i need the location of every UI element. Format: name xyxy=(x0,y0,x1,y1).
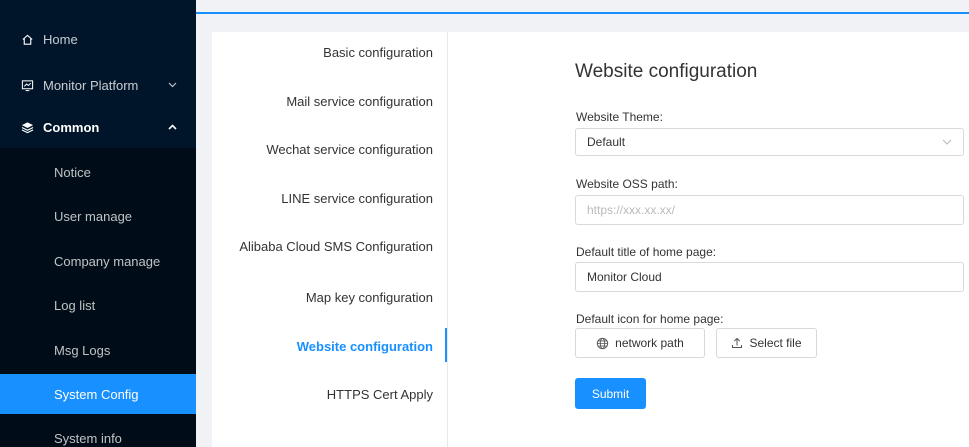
header-accent-line xyxy=(196,12,969,14)
home-icon-label: Default icon for home page: xyxy=(576,312,724,326)
tab-mail-service-configuration[interactable]: Mail service configuration xyxy=(286,86,433,116)
active-tab-indicator xyxy=(445,328,447,362)
chevron-down-icon xyxy=(162,80,182,91)
network-path-label: network path xyxy=(615,336,684,350)
home-title-input[interactable] xyxy=(575,262,964,292)
sidebar-item-log-list[interactable]: Log list xyxy=(0,285,196,325)
tab-map-key-configuration[interactable]: Map key configuration xyxy=(306,282,433,312)
sidebar-item-system-config[interactable]: System Config xyxy=(0,374,196,414)
theme-label: Website Theme: xyxy=(576,110,663,124)
oss-path-label: Website OSS path: xyxy=(576,177,678,191)
theme-select[interactable]: Default xyxy=(575,128,964,156)
sidebar-item-label: Common xyxy=(43,119,100,135)
home-icon xyxy=(20,32,34,46)
upload-icon xyxy=(731,337,743,349)
select-file-button[interactable]: Select file xyxy=(716,328,817,358)
sidebar-item-monitor-platform[interactable]: Monitor Platform xyxy=(0,64,196,106)
tab-alibaba-cloud-sms-configuration[interactable]: Alibaba Cloud SMS Configuration xyxy=(239,231,433,261)
network-path-button[interactable]: network path xyxy=(575,328,705,358)
sidebar-item-notice[interactable]: Notice xyxy=(0,152,196,192)
sidebar-item-company-manage[interactable]: Company manage xyxy=(0,241,196,281)
sidebar-item-msg-logs[interactable]: Msg Logs xyxy=(0,330,196,370)
sidebar-item-common[interactable]: Common xyxy=(0,106,196,148)
submit-button[interactable]: Submit xyxy=(575,378,646,409)
globe-icon xyxy=(596,337,609,350)
sidebar-item-system-info[interactable]: System info xyxy=(0,418,196,447)
home-title-label: Default title of home page: xyxy=(576,245,717,259)
chevron-down-icon xyxy=(941,136,953,148)
tab-basic-configuration[interactable]: Basic configuration xyxy=(323,37,433,67)
chevron-up-icon xyxy=(162,122,182,133)
layers-icon xyxy=(20,120,34,134)
sidebar-item-home[interactable]: Home xyxy=(0,18,196,60)
sidebar-item-label: Home xyxy=(43,31,78,47)
tab-line-service-configuration[interactable]: LINE service configuration xyxy=(281,183,433,213)
tab-wechat-service-configuration[interactable]: Wechat service configuration xyxy=(266,134,433,164)
tab-https-cert-apply[interactable]: HTTPS Cert Apply xyxy=(327,379,433,409)
theme-select-value: Default xyxy=(587,135,626,149)
config-tabs: Basic configuration Mail service configu… xyxy=(212,32,448,447)
sidebar-item-label: Monitor Platform xyxy=(43,77,139,93)
monitor-icon xyxy=(20,78,34,92)
tab-website-configuration[interactable]: Website configuration xyxy=(297,331,433,361)
select-file-label: Select file xyxy=(749,336,802,350)
page-title: Website configuration xyxy=(575,61,758,82)
oss-path-input[interactable] xyxy=(575,195,964,225)
sidebar-item-user-manage[interactable]: User manage xyxy=(0,196,196,236)
